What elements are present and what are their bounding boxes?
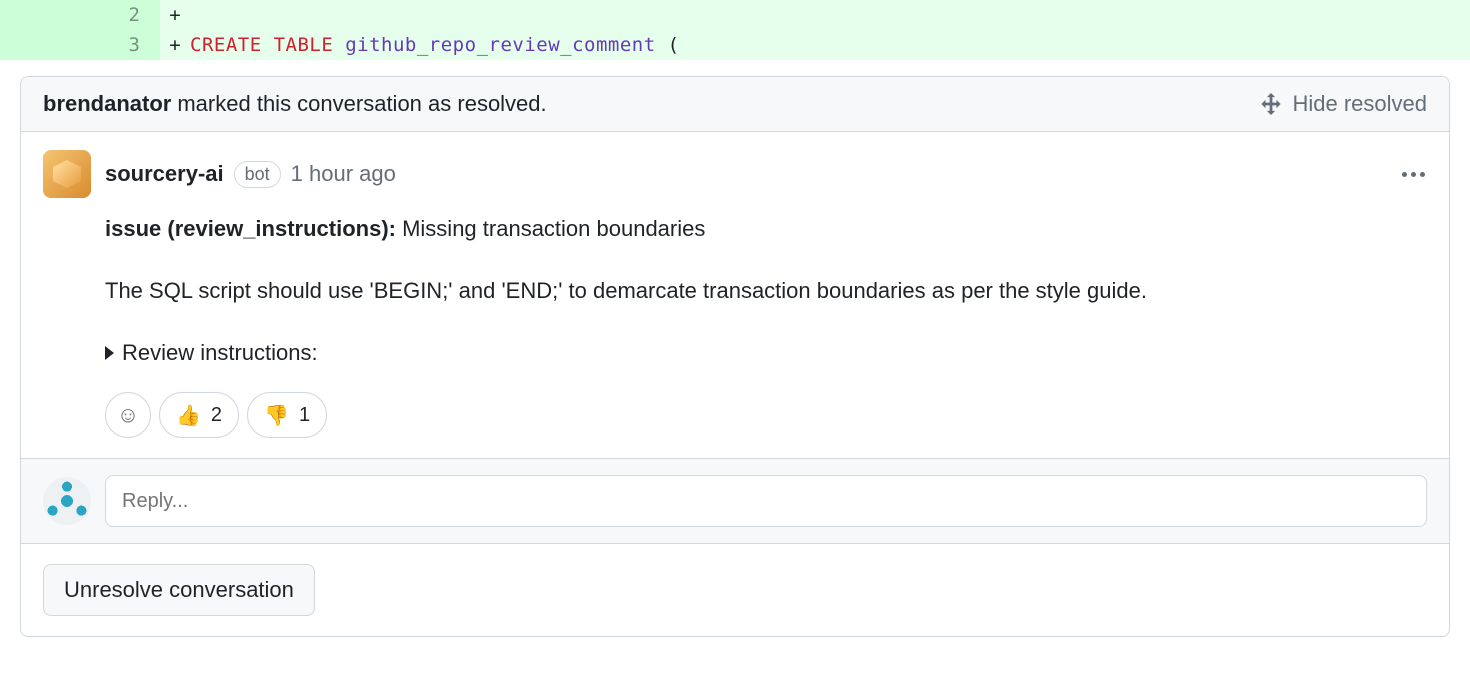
hide-resolved-label: Hide resolved xyxy=(1292,91,1427,117)
line-marker: + xyxy=(160,30,190,60)
line-code: CREATE TABLE github_repo_review_comment … xyxy=(190,30,1470,60)
thread-footer: Unresolve conversation xyxy=(21,544,1449,636)
thumbs-up-icon: 👍 xyxy=(176,403,201,428)
review-thread: brendanator marked this conversation as … xyxy=(20,76,1450,637)
review-instructions-toggle[interactable]: Review instructions: xyxy=(105,336,1427,370)
reaction-thumbs-down[interactable]: 👎 1 xyxy=(247,392,327,438)
comment-actions-menu-button[interactable] xyxy=(1399,172,1427,177)
resolved-text: marked this conversation as resolved. xyxy=(177,91,546,117)
diff-row: 3 + CREATE TABLE github_repo_review_comm… xyxy=(0,30,1470,60)
reaction-count: 2 xyxy=(211,404,222,427)
resolved-banner: brendanator marked this conversation as … xyxy=(43,91,547,117)
diff-container: 2 + 3 + CREATE TABLE github_repo_review_… xyxy=(0,0,1470,60)
caret-right-icon xyxy=(105,346,114,360)
resolver-username[interactable]: brendanator xyxy=(43,91,171,117)
reaction-count: 1 xyxy=(299,404,310,427)
hide-resolved-button[interactable]: Hide resolved xyxy=(1260,91,1427,117)
diff-row: 2 + xyxy=(0,0,1470,30)
issue-title: Missing transaction boundaries xyxy=(396,216,705,241)
reaction-bar: ☺ 👍 2 👎 1 xyxy=(105,392,1427,438)
add-reaction-button[interactable]: ☺ xyxy=(105,392,151,438)
line-marker: + xyxy=(160,0,190,30)
line-number: 2 xyxy=(0,0,160,30)
reaction-thumbs-up[interactable]: 👍 2 xyxy=(159,392,239,438)
collapse-icon xyxy=(1260,93,1282,115)
thread-header: brendanator marked this conversation as … xyxy=(21,77,1449,132)
details-label: Review instructions: xyxy=(122,336,318,370)
comment-timestamp[interactable]: 1 hour ago xyxy=(291,161,396,187)
avatar[interactable] xyxy=(43,477,91,525)
issue-prefix: issue (review_instructions): xyxy=(105,216,396,241)
review-comment: sourcery-ai bot 1 hour ago issue (review… xyxy=(21,132,1449,459)
comment-body: issue (review_instructions): Missing tra… xyxy=(105,212,1427,370)
unresolve-button[interactable]: Unresolve conversation xyxy=(43,564,315,616)
reply-section xyxy=(21,459,1449,544)
avatar[interactable] xyxy=(43,150,91,198)
bot-badge: bot xyxy=(234,161,281,188)
thumbs-down-icon: 👎 xyxy=(264,403,289,428)
comment-author[interactable]: sourcery-ai xyxy=(105,161,224,187)
smiley-icon: ☺ xyxy=(117,402,139,428)
comment-text: The SQL script should use 'BEGIN;' and '… xyxy=(105,274,1427,308)
line-number: 3 xyxy=(0,30,160,60)
reply-input[interactable] xyxy=(105,475,1427,527)
